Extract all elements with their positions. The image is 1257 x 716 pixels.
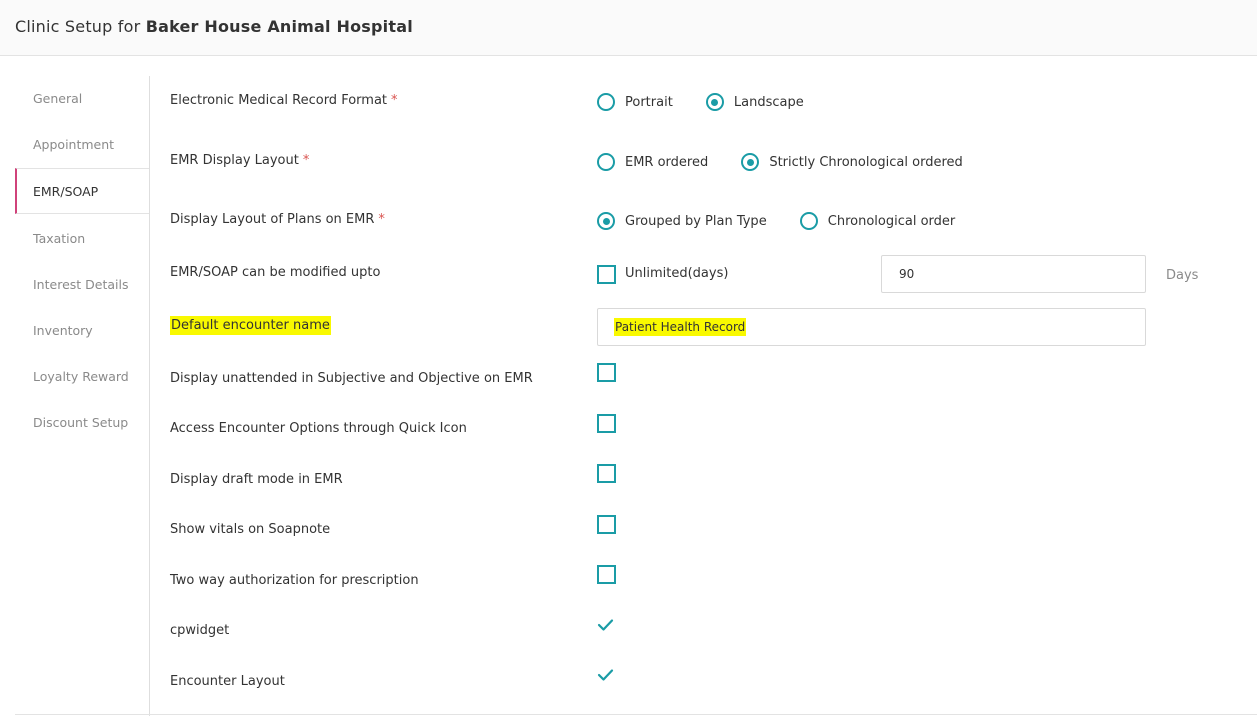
- encounter-name-value: Patient Health Record: [614, 318, 747, 336]
- emr-format-label: Electronic Medical Record Format *: [170, 93, 398, 108]
- cpwidget-check-icon[interactable]: [597, 618, 614, 632]
- encounter-name-label: Default encounter name: [170, 316, 331, 335]
- unlimited-days-checkbox[interactable]: [597, 265, 616, 284]
- emr-format-landscape-option[interactable]: Landscape: [705, 93, 804, 111]
- landscape-radio[interactable]: [705, 93, 724, 111]
- quick-icon-label: Access Encounter Options through Quick I…: [170, 421, 467, 436]
- sidebar-item-taxation[interactable]: Taxation: [15, 216, 149, 262]
- unlimited-days-label: Unlimited(days): [625, 266, 729, 281]
- emr-ordered-radio[interactable]: [597, 153, 615, 171]
- emr-format-radio-group: Portrait Landscape: [597, 93, 832, 113]
- chronological-order-option[interactable]: Chronological order: [799, 212, 955, 230]
- grouped-by-plan-type-option[interactable]: Grouped by Plan Type: [597, 212, 767, 230]
- draft-mode-checkbox[interactable]: [597, 464, 616, 483]
- required-marker: *: [378, 212, 385, 227]
- sidebar-item-discount-setup[interactable]: Discount Setup: [15, 400, 149, 446]
- encounter-name-input[interactable]: Patient Health Record: [597, 308, 1146, 346]
- page-header: Clinic Setup for Baker House Animal Hosp…: [0, 0, 1257, 56]
- chronological-order-radio[interactable]: [799, 212, 818, 230]
- two-way-auth-checkbox[interactable]: [597, 565, 616, 584]
- emr-display-layout-radio-group: EMR ordered Strictly Chronological order…: [597, 153, 991, 173]
- modify-upto-label: EMR/SOAP can be modified upto: [170, 265, 381, 280]
- display-unattended-checkbox[interactable]: [597, 363, 616, 382]
- chronological-ordered-option[interactable]: Strictly Chronological ordered: [741, 153, 963, 171]
- vitals-checkbox[interactable]: [597, 515, 616, 534]
- vitals-label: Show vitals on Soapnote: [170, 522, 331, 537]
- plans-layout-radio-group: Grouped by Plan Type Chronological order: [597, 212, 983, 232]
- display-unattended-label: Display unattended in Subjective and Obj…: [170, 371, 533, 386]
- page-title-prefix: Clinic Setup for: [15, 17, 146, 36]
- emr-display-layout-label: EMR Display Layout *: [170, 153, 310, 168]
- cpwidget-label: cpwidget: [170, 623, 230, 638]
- sidebar-item-interest-details[interactable]: Interest Details: [15, 262, 149, 308]
- settings-sidebar: General Appointment EMR/SOAP Taxation In…: [15, 76, 150, 716]
- required-marker: *: [302, 153, 310, 168]
- sidebar-item-general[interactable]: General: [15, 76, 149, 122]
- sidebar-item-loyalty-reward[interactable]: Loyalty Reward: [15, 354, 149, 400]
- required-marker: *: [391, 93, 398, 108]
- days-suffix: Days: [1166, 268, 1199, 283]
- sidebar-item-emr-soap[interactable]: EMR/SOAP: [15, 168, 150, 214]
- sidebar-item-appointment[interactable]: Appointment: [15, 122, 149, 168]
- encounter-layout-check-icon[interactable]: [597, 668, 614, 682]
- chronological-ordered-radio[interactable]: [741, 153, 760, 171]
- modify-days-input[interactable]: 90: [881, 255, 1146, 293]
- plans-layout-label: Display Layout of Plans on EMR *: [170, 212, 385, 227]
- draft-mode-label: Display draft mode in EMR: [170, 472, 343, 487]
- portrait-radio[interactable]: [597, 93, 615, 111]
- emr-format-portrait-option[interactable]: Portrait: [597, 93, 673, 111]
- quick-icon-checkbox[interactable]: [597, 414, 616, 433]
- page-title: Clinic Setup for Baker House Animal Hosp…: [15, 17, 413, 36]
- two-way-auth-label: Two way authorization for prescription: [170, 573, 419, 588]
- clinic-name: Baker House Animal Hospital: [145, 17, 413, 36]
- encounter-layout-label: Encounter Layout: [170, 674, 285, 689]
- content-bottom-divider: [15, 714, 1257, 715]
- sidebar-divider: [149, 76, 150, 716]
- sidebar-item-inventory[interactable]: Inventory: [15, 308, 149, 354]
- grouped-by-plan-type-radio[interactable]: [597, 212, 615, 230]
- emr-ordered-option[interactable]: EMR ordered: [597, 153, 708, 171]
